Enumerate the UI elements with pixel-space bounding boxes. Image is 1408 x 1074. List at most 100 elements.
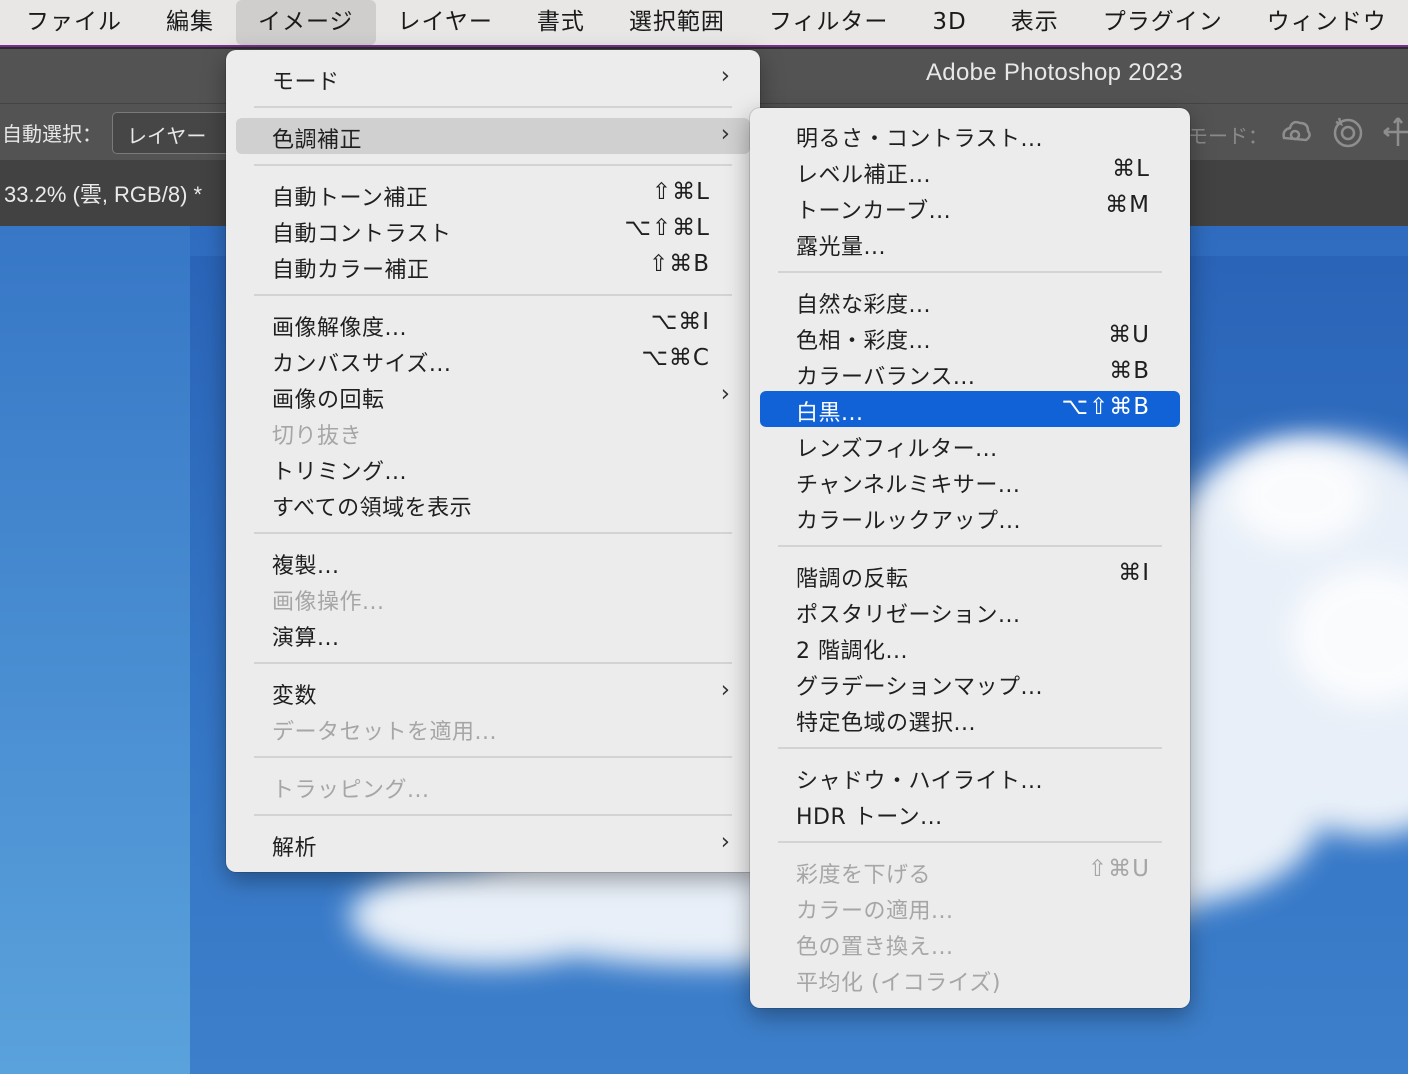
menu-item-calculations[interactable]: 演算... <box>236 616 750 652</box>
menu-item-auto-contrast[interactable]: 自動コントラスト ⌥⇧⌘L <box>236 212 750 248</box>
menu-item-auto-color[interactable]: 自動カラー補正 ⇧⌘B <box>236 248 750 284</box>
menu-item-reveal-all[interactable]: すべての領域を表示 <box>236 486 750 522</box>
menu-separator <box>254 164 732 166</box>
menu-file[interactable]: ファイル <box>0 0 144 46</box>
auto-select-label: 自動選択： <box>2 122 102 146</box>
menu-item-channel-mixer[interactable]: チャンネルミキサー... <box>760 463 1180 499</box>
menu-item-label: チャンネルミキサー... <box>796 473 1021 498</box>
menu-item-label: カラーの適用... <box>796 899 954 924</box>
menu-item-mode[interactable]: モード › <box>236 60 750 96</box>
menu-item-apply-data-set[interactable]: データセットを適用... <box>236 710 750 746</box>
3d-mode-label: モード： <box>1188 124 1268 148</box>
menu-item-threshold[interactable]: 2 階調化... <box>760 629 1180 665</box>
menu-item-apply-image[interactable]: 画像操作... <box>236 580 750 616</box>
menu-item-label: 画像解像度... <box>272 316 407 341</box>
menu-item-label: カンバスサイズ... <box>272 352 452 377</box>
menu-item-label: 2 階調化... <box>796 639 908 664</box>
menu-item-gradient-map[interactable]: グラデーションマップ... <box>760 665 1180 701</box>
submenu-chevron-icon: › <box>720 121 730 147</box>
menu-item-replace-color[interactable]: 色の置き換え... <box>760 925 1180 961</box>
shortcut-label: ⇧⌘L <box>651 179 710 205</box>
menu-item-canvas-size[interactable]: カンバスサイズ... ⌥⌘C <box>236 342 750 378</box>
menu-item-photo-filter[interactable]: レンズフィルター... <box>760 427 1180 463</box>
menu-edit[interactable]: 編集 <box>144 0 236 46</box>
menu-item-levels[interactable]: レベル補正... ⌘L <box>760 153 1180 189</box>
menu-item-label: 複製... <box>272 554 340 579</box>
menu-item-trap[interactable]: トラッピング... <box>236 768 750 804</box>
menu-separator <box>254 294 732 296</box>
menu-item-auto-tone[interactable]: 自動トーン補正 ⇧⌘L <box>236 176 750 212</box>
menu-item-color-balance[interactable]: カラーバランス... ⌘B <box>760 355 1180 391</box>
menu-separator <box>254 814 732 816</box>
menu-item-shadows-highlights[interactable]: シャドウ・ハイライト... <box>760 759 1180 795</box>
menu-item-label: 色の置き換え... <box>796 935 954 960</box>
menu-item-black-white[interactable]: 白黒... ⌥⇧⌘B <box>760 391 1180 427</box>
menu-item-label: レベル補正... <box>796 163 931 188</box>
menu-item-label: すべての領域を表示 <box>272 496 473 521</box>
menu-item-hdr-toning[interactable]: HDR トーン... <box>760 795 1180 831</box>
menu-item-curves[interactable]: トーンカーブ... ⌘M <box>760 189 1180 225</box>
canvas-pasteboard <box>0 226 190 1074</box>
menu-item-label: ポスタリゼーション... <box>796 603 1021 628</box>
menu-layer[interactable]: レイヤー <box>376 0 515 46</box>
menu-plugins[interactable]: プラグイン <box>1081 0 1245 46</box>
image-menu: モード › 色調補正 › 自動トーン補正 ⇧⌘L 自動コントラスト ⌥⇧⌘L 自… <box>226 50 760 872</box>
menu-item-selective-color[interactable]: 特定色域の選択... <box>760 701 1180 737</box>
menu-item-image-rotation[interactable]: 画像の回転 › <box>236 378 750 414</box>
menu-item-label: 画像操作... <box>272 590 385 615</box>
menu-item-hue-saturation[interactable]: 色相・彩度... ⌘U <box>760 319 1180 355</box>
menu-item-brightness-contrast[interactable]: 明るさ・コントラスト... <box>760 117 1180 153</box>
menu-item-label: モード <box>272 70 340 95</box>
menu-item-label: 変数 <box>272 684 318 709</box>
menu-3d[interactable]: 3D <box>910 0 988 46</box>
roll-3d-icon[interactable] <box>1330 114 1366 150</box>
shortcut-label: ⌘M <box>1105 192 1150 218</box>
menu-item-image-size[interactable]: 画像解像度... ⌥⌘I <box>236 306 750 342</box>
menu-select[interactable]: 選択範囲 <box>607 0 747 46</box>
shortcut-label: ⌥⇧⌘B <box>1061 394 1150 420</box>
menu-window[interactable]: ウィンドウ <box>1245 0 1408 46</box>
menu-separator <box>254 532 732 534</box>
menu-item-label: グラデーションマップ... <box>796 675 1044 700</box>
menu-item-invert[interactable]: 階調の反転 ⌘I <box>760 557 1180 593</box>
menu-item-label: 階調の反転 <box>796 567 909 592</box>
menu-item-label: カラーバランス... <box>796 365 976 390</box>
shortcut-label: ⇧⌘B <box>648 251 710 277</box>
menu-separator <box>778 841 1162 843</box>
menu-item-adjustments[interactable]: 色調補正 › <box>236 118 750 154</box>
menu-item-variables[interactable]: 変数 › <box>236 674 750 710</box>
menu-item-label: HDR トーン... <box>796 805 943 830</box>
menu-separator <box>254 756 732 758</box>
menu-item-label: レンズフィルター... <box>796 437 998 462</box>
menu-separator <box>254 662 732 664</box>
menu-filter[interactable]: フィルター <box>747 0 911 46</box>
menu-item-label: 自動カラー補正 <box>272 258 430 283</box>
document-tab[interactable]: 33.2% (雲, RGB/8) * <box>4 177 202 209</box>
menu-item-label: シャドウ・ハイライト... <box>796 769 1044 794</box>
orbit-3d-icon[interactable] <box>1278 114 1314 150</box>
menu-item-exposure[interactable]: 露光量... <box>760 225 1180 261</box>
menu-item-label: 平均化 (イコライズ) <box>796 971 1001 996</box>
shortcut-label: ⌘U <box>1108 322 1150 348</box>
menu-item-label: 自動トーン補正 <box>272 186 429 211</box>
menu-item-posterize[interactable]: ポスタリゼーション... <box>760 593 1180 629</box>
menu-item-crop[interactable]: 切り抜き <box>236 414 750 450</box>
menu-image[interactable]: イメージ <box>236 0 376 45</box>
menu-type[interactable]: 書式 <box>515 0 607 46</box>
menu-item-match-color[interactable]: カラーの適用... <box>760 889 1180 925</box>
shortcut-label: ⌥⇧⌘L <box>624 215 710 241</box>
menu-item-label: 演算... <box>272 626 340 651</box>
menu-item-vibrance[interactable]: 自然な彩度... <box>760 283 1180 319</box>
menu-item-label: トリミング... <box>272 460 407 485</box>
shortcut-label: ⌥⌘I <box>650 309 710 335</box>
menu-item-duplicate[interactable]: 複製... <box>236 544 750 580</box>
auto-select-target-dropdown[interactable]: レイヤー <box>112 112 242 154</box>
menu-item-analysis[interactable]: 解析 › <box>236 826 750 862</box>
menu-item-trim[interactable]: トリミング... <box>236 450 750 486</box>
menu-item-equalize[interactable]: 平均化 (イコライズ) <box>760 961 1180 997</box>
menu-view[interactable]: 表示 <box>989 0 1081 46</box>
menu-item-label: 明るさ・コントラスト... <box>796 127 1044 152</box>
menu-item-color-lookup[interactable]: カラールックアップ... <box>760 499 1180 535</box>
pan-3d-icon[interactable] <box>1380 114 1408 150</box>
menu-item-desaturate[interactable]: 彩度を下げる ⇧⌘U <box>760 853 1180 889</box>
